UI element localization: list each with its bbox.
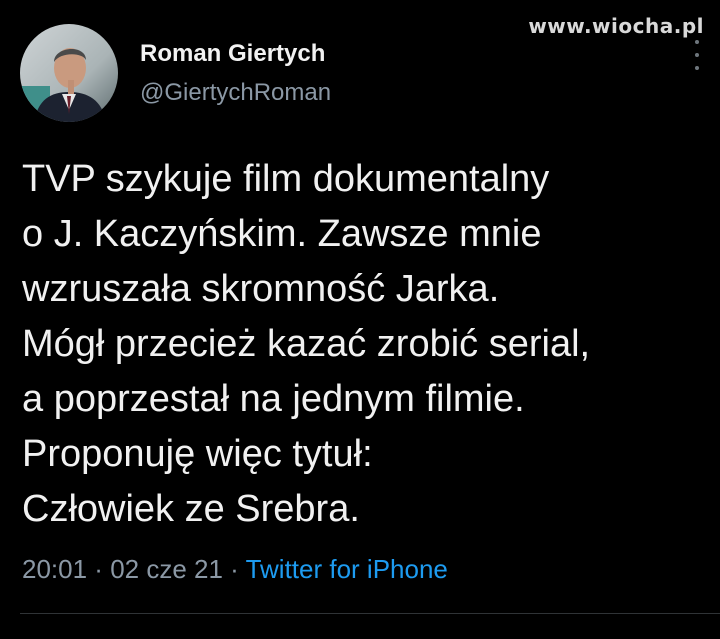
tweet-source-link[interactable]: Twitter for iPhone [246,554,448,584]
tweet-line: a poprzestał na jednym filmie. [22,378,525,420]
avatar-image [20,24,118,122]
tweet-text: TVP szykuje film dokumentalny o J. Kaczy… [22,152,712,537]
tweet-time[interactable]: 20:01 [22,554,87,584]
tweet-header: Roman Giertych @GiertychRoman [20,24,331,122]
tweet-line: o J. Kaczyńskim. Zawsze mnie [22,213,542,255]
more-vertical-icon[interactable] [694,40,700,70]
divider [20,613,720,614]
tweet-line: TVP szykuje film dokumentalny [22,158,550,200]
tweet-date[interactable]: 02 cze 21 [110,554,223,584]
meta-separator: · [87,554,111,584]
meta-separator: · [222,554,246,584]
tweet-line: Proponuję więc tytuł: [22,433,373,475]
tweet-meta: 20:01 · 02 cze 21 · Twitter for iPhone [22,552,448,586]
tweet-line: Człowiek ze Srebra. [22,488,360,530]
author-names: Roman Giertych @GiertychRoman [140,38,331,110]
author-display-name[interactable]: Roman Giertych [140,38,331,70]
author-handle[interactable]: @GiertychRoman [140,76,331,110]
watermark: www.wiocha.pl [528,14,704,38]
tweet-line: Mógł przecież kazać zrobić serial, [22,323,591,365]
tweet-line: wzruszała skromność Jarka. [22,268,500,310]
avatar[interactable] [20,24,118,122]
